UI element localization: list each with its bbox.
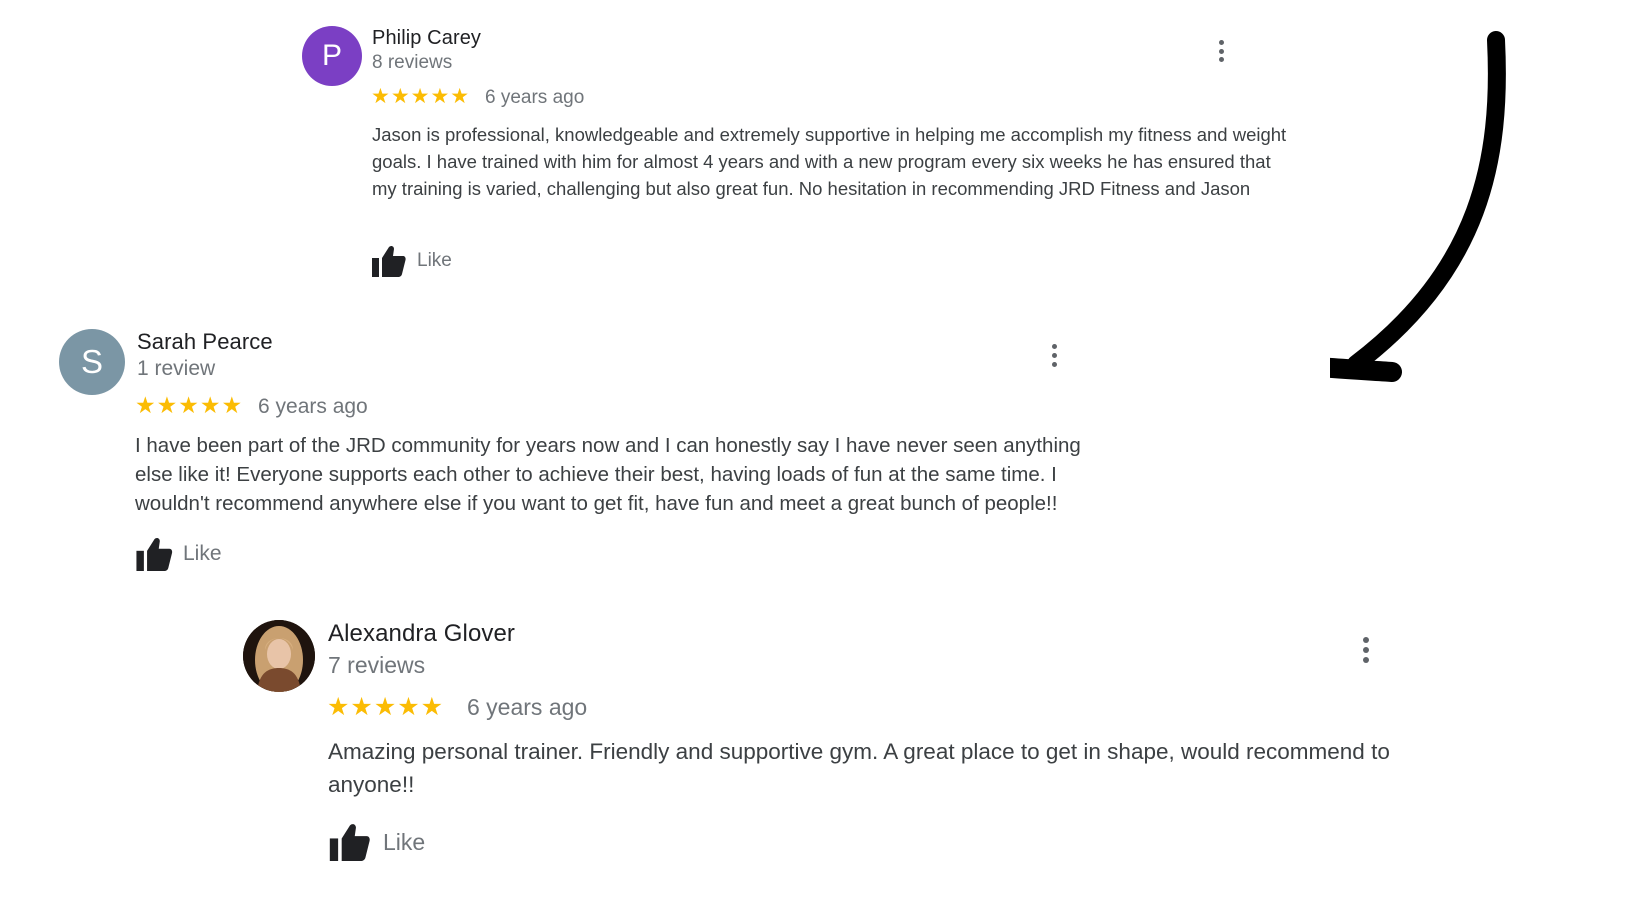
like-button[interactable]: Like bbox=[136, 537, 222, 571]
thumbs-up-icon bbox=[136, 538, 173, 571]
review-time: 6 years ago bbox=[467, 694, 588, 720]
author-name[interactable]: Philip Carey bbox=[372, 27, 481, 50]
more-vert-icon bbox=[1051, 344, 1057, 349]
star-rating: ★★★★★ bbox=[135, 392, 244, 418]
avatar[interactable]: P bbox=[302, 26, 362, 86]
avatar[interactable] bbox=[243, 620, 315, 692]
more-vert-icon bbox=[1363, 637, 1369, 643]
review-text: Jason is professional, knowledgeable and… bbox=[372, 124, 1287, 199]
review-time: 6 years ago bbox=[485, 87, 585, 108]
star-rating: ★★★★★ bbox=[327, 693, 445, 721]
like-label: Like bbox=[417, 250, 452, 271]
author-name[interactable]: Sarah Pearce bbox=[137, 329, 273, 355]
thumbs-up-icon bbox=[329, 824, 370, 861]
review-count[interactable]: 7 reviews bbox=[328, 652, 425, 679]
review-count[interactable]: 1 review bbox=[137, 357, 215, 381]
more-vert-icon bbox=[1218, 40, 1224, 45]
like-button[interactable]: Like bbox=[329, 823, 425, 861]
review-text: Amazing personal trainer. Friendly and s… bbox=[328, 739, 1390, 797]
more-options-button[interactable] bbox=[1050, 344, 1058, 367]
thumbs-up-icon bbox=[372, 245, 406, 277]
star-rating: ★★★★★ bbox=[371, 85, 471, 108]
profile-photo bbox=[243, 620, 315, 692]
like-label: Like bbox=[183, 542, 222, 565]
like-label: Like bbox=[383, 828, 426, 855]
curved-arrow-down-left-icon bbox=[1330, 31, 1506, 382]
author-name[interactable]: Alexandra Glover bbox=[328, 620, 515, 648]
avatar-initial: S bbox=[80, 343, 103, 380]
more-options-button[interactable] bbox=[1217, 40, 1225, 62]
review-time: 6 years ago bbox=[258, 395, 368, 418]
avatar-initial: P bbox=[321, 39, 342, 72]
avatar[interactable]: S bbox=[59, 329, 125, 395]
more-options-button[interactable] bbox=[1362, 637, 1370, 663]
review-text: I have been part of the JRD community fo… bbox=[135, 434, 1081, 515]
review-count[interactable]: 8 reviews bbox=[372, 52, 452, 74]
like-button[interactable]: Like bbox=[372, 245, 452, 277]
